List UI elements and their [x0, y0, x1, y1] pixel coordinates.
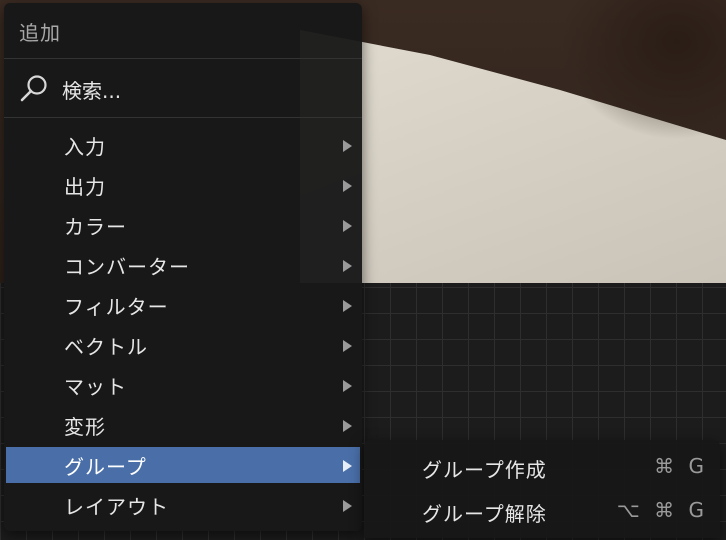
menu-item-label: グループ [64, 454, 147, 479]
submenu-arrow-icon [343, 300, 352, 312]
menu-item-output[interactable]: 出力 [6, 167, 360, 203]
submenu-arrow-icon [343, 500, 352, 512]
submenu-arrow-icon [343, 180, 352, 192]
menu-divider [4, 58, 362, 59]
submenu-arrow-icon [343, 420, 352, 432]
photo-shadow [560, 0, 726, 140]
submenu-arrow-icon [343, 380, 352, 392]
menu-item-label: ベクトル [64, 334, 148, 359]
shortcut-hint: ⌘ G [654, 454, 708, 478]
menu-divider [4, 117, 362, 118]
shortcut-hint: ⌥ ⌘ G [616, 498, 708, 522]
submenu-item-label: グループ解除 [422, 502, 547, 526]
submenu-item-make-group[interactable]: グループ作成 ⌘ G [364, 445, 720, 485]
submenu-arrow-icon [343, 460, 352, 472]
menu-item-label: コンバーター [64, 254, 190, 279]
menu-item-color[interactable]: カラー [6, 207, 360, 243]
submenu-arrow-icon [343, 140, 352, 152]
menu-title: 追加 [19, 21, 61, 45]
submenu-arrow-icon [343, 340, 352, 352]
menu-item-input[interactable]: 入力 [6, 127, 360, 163]
menu-item-label: マット [64, 374, 127, 399]
menu-item-vector[interactable]: ベクトル [6, 327, 360, 363]
group-submenu: グループ作成 ⌘ G グループ解除 ⌥ ⌘ G [364, 440, 720, 538]
menu-item-label: 入力 [64, 134, 106, 159]
menu-item-distort[interactable]: 変形 [6, 407, 360, 443]
search-icon [20, 75, 47, 102]
menu-item-label: 変形 [64, 414, 106, 439]
add-menu: 追加 検索... 入力 出力 カラー コンバーター フィルター ベクトル マット… [4, 3, 362, 531]
submenu-arrow-icon [343, 260, 352, 272]
menu-item-label: フィルター [64, 294, 169, 319]
submenu-item-label: グループ作成 [422, 458, 547, 482]
menu-item-label: レイアウト [64, 494, 169, 519]
menu-item-group[interactable]: グループ [6, 447, 360, 483]
search-label: 検索... [62, 78, 122, 103]
search-field[interactable]: 検索... [18, 71, 348, 107]
submenu-arrow-icon [343, 220, 352, 232]
menu-item-converter[interactable]: コンバーター [6, 247, 360, 283]
menu-item-label: 出力 [64, 174, 106, 199]
menu-item-label: カラー [64, 214, 127, 239]
menu-item-matte[interactable]: マット [6, 367, 360, 403]
menu-item-layout[interactable]: レイアウト [6, 487, 360, 523]
submenu-item-ungroup[interactable]: グループ解除 ⌥ ⌘ G [364, 489, 720, 529]
menu-item-filter[interactable]: フィルター [6, 287, 360, 323]
